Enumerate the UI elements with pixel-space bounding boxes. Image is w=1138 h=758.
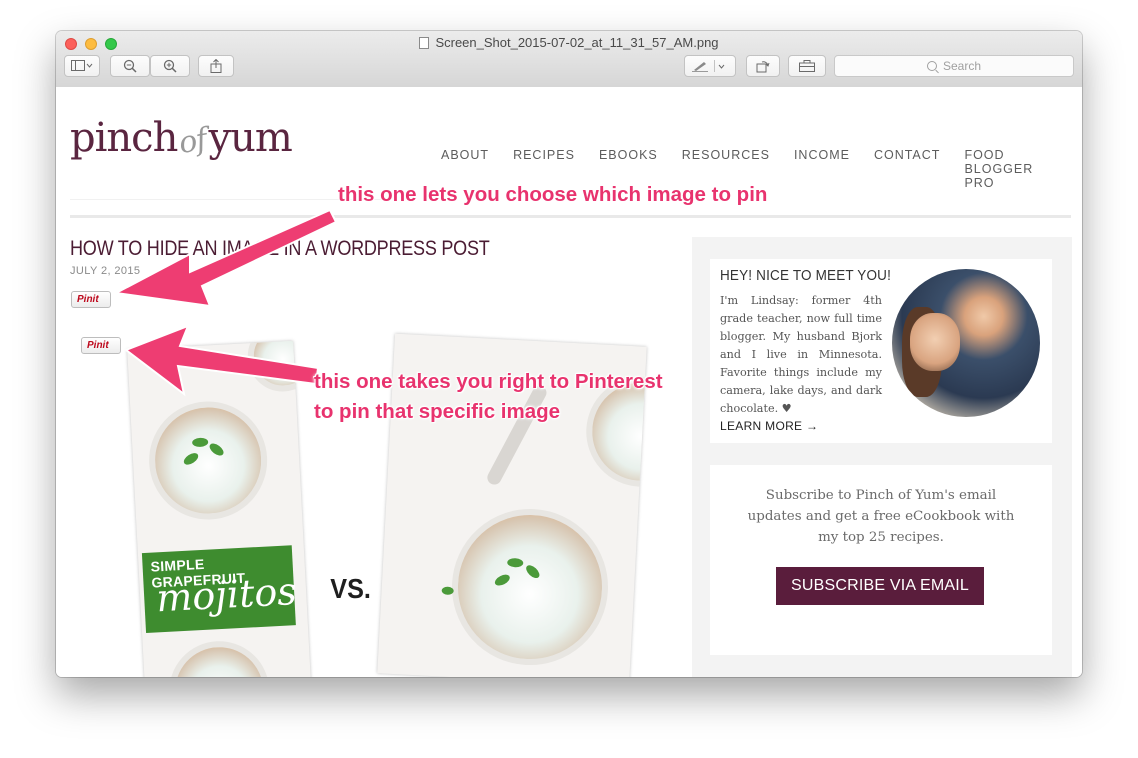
glass-illustration [246, 340, 311, 394]
search-input[interactable]: Search [834, 55, 1074, 77]
glass-illustration [448, 505, 612, 670]
pin-it-label: Pinit [87, 340, 109, 351]
subscribe-button[interactable]: SUBSCRIBE VIA EMAIL [776, 567, 984, 605]
sidebar-icon [71, 60, 93, 71]
nav-item-food-blogger-pro[interactable]: FOOD BLOGGER PRO [964, 148, 1058, 190]
toolbox-icon [799, 60, 815, 72]
spoon-illustration [484, 383, 549, 488]
about-bio: I'm Lindsay: former 4th grade teacher, n… [720, 294, 882, 415]
zoom-out-button[interactable] [110, 55, 150, 77]
glass-illustration [166, 638, 272, 677]
toolbox-button[interactable] [788, 55, 826, 77]
annotation-bottom-line1: this one takes you right to Pinterest [314, 370, 663, 393]
sidebar: HEY! NICE TO MEET YOU! I'm Lindsay: form… [692, 237, 1072, 677]
pin-it-button-top[interactable]: Pinit [71, 291, 111, 308]
zoom-in-icon [163, 59, 177, 73]
search-icon [926, 61, 937, 71]
pin-it-button-image[interactable]: Pinit [81, 337, 121, 354]
share-button[interactable] [198, 55, 234, 77]
window-title: Screen_Shot_2015-07-02_at_11_31_57_AM.pn… [56, 35, 1082, 50]
post-date: JULY 2, 2015 [70, 265, 141, 277]
rotate-icon [756, 61, 770, 73]
nav-item-income[interactable]: INCOME [794, 148, 850, 190]
annotation-top: this one lets you choose which image to … [338, 183, 768, 206]
post-image-left[interactable]: SIMPLE GRAPEFRUIT mojitos [127, 340, 311, 677]
learn-more-link[interactable]: LEARN MORE → [720, 419, 818, 433]
recipe-title-label: SIMPLE GRAPEFRUIT mojitos [141, 545, 298, 633]
preview-window: Screen_Shot_2015-07-02_at_11_31_57_AM.pn… [56, 31, 1082, 677]
avatar-face [910, 313, 960, 371]
title-bar: Screen_Shot_2015-07-02_at_11_31_57_AM.pn… [56, 31, 1082, 88]
recipe-title-big: mojitos [155, 569, 298, 621]
about-card: HEY! NICE TO MEET YOU! I'm Lindsay: form… [710, 259, 1052, 443]
site-logo[interactable]: pinchofyum [70, 115, 293, 162]
logo-text-left: pinch [70, 115, 178, 161]
search-placeholder: Search [942, 59, 982, 73]
file-icon [419, 37, 430, 49]
window-title-text: Screen_Shot_2015-07-02_at_11_31_57_AM.pn… [435, 35, 719, 50]
post-title[interactable]: HOW TO HIDE AN IMAGE IN A WORDPRESS POST [70, 237, 490, 261]
annotation-bottom-line2: to pin that specific image [314, 400, 561, 423]
pen-icon [692, 60, 725, 72]
vs-label: VS. [330, 573, 371, 604]
nav-item-contact[interactable]: CONTACT [874, 148, 941, 190]
pin-it-label: Pinit [77, 294, 99, 305]
subscribe-text: Subscribe to Pinch of Yum's email update… [747, 488, 1015, 545]
avatar [892, 269, 1040, 417]
about-heading: HEY! NICE TO MEET YOU! [720, 267, 892, 284]
header-divider [70, 215, 1071, 218]
zoom-in-button[interactable] [150, 55, 190, 77]
subscribe-card: Subscribe to Pinch of Yum's email update… [710, 465, 1052, 655]
logo-text-right: yum [208, 115, 293, 161]
glass-illustration [146, 398, 271, 523]
share-icon [210, 59, 222, 73]
rotate-button[interactable] [746, 55, 780, 77]
logo-text-mid: of [176, 121, 210, 162]
markup-button[interactable] [684, 55, 736, 77]
zoom-out-icon [123, 59, 137, 73]
sidebar-toggle-button[interactable] [64, 55, 100, 77]
